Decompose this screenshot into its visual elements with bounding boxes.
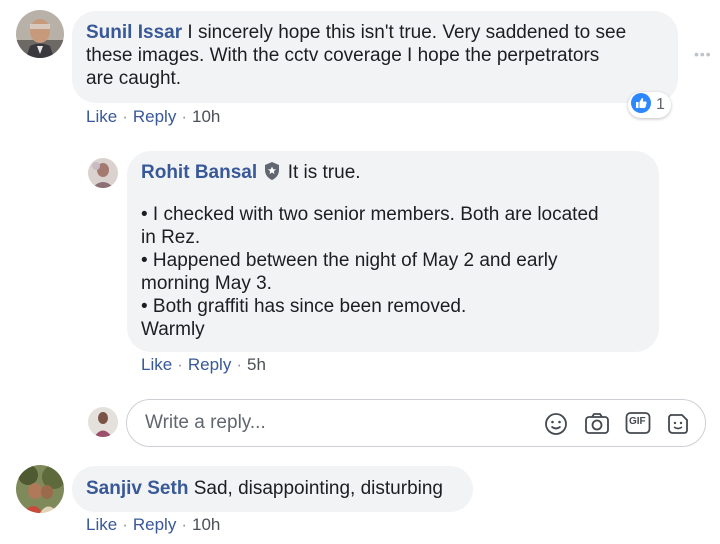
comment-text: Sad, disappointing, disturbing: [193, 478, 443, 499]
reaction-summary[interactable]: 1: [628, 92, 671, 118]
separator-dot: ·: [177, 355, 183, 374]
separator-dot: ·: [181, 515, 187, 534]
reply-text-line: • Both graffiti has since been removed.: [141, 296, 467, 317]
reply-text-line: morning May 3.: [141, 273, 272, 294]
separator-dot: ·: [236, 355, 242, 374]
reply-input[interactable]: Write a reply... GIF: [126, 399, 706, 447]
reply-text-line: in Rez.: [141, 227, 201, 248]
reply-button[interactable]: Reply: [133, 515, 176, 534]
like-reaction-icon: [631, 92, 651, 118]
comment-actions: Like · Reply · 10h: [86, 515, 220, 535]
reaction-count: 1: [656, 96, 665, 113]
sticker-icon[interactable]: [666, 412, 690, 441]
timestamp[interactable]: 10h: [192, 107, 220, 126]
reply-button[interactable]: Reply: [133, 107, 176, 126]
reply-text-first: It is true.: [287, 162, 361, 183]
reply-text-line: • I checked with two senior members. Bot…: [141, 204, 599, 225]
timestamp[interactable]: 10h: [192, 515, 220, 534]
reply-button[interactable]: Reply: [188, 355, 231, 374]
comment-text-line: are caught.: [86, 68, 182, 89]
gif-icon[interactable]: GIF: [625, 411, 651, 440]
comment-author[interactable]: Sunil Issar: [86, 22, 182, 43]
separator-dot: ·: [122, 515, 128, 534]
comment-author[interactable]: Sanjiv Seth: [86, 478, 188, 499]
reply-input-placeholder: Write a reply...: [145, 412, 266, 433]
shield-badge-icon: [264, 162, 280, 186]
like-button[interactable]: Like: [141, 355, 172, 374]
avatar-current-user: [88, 407, 118, 437]
avatar-sunil-issar[interactable]: [16, 10, 64, 58]
reply-text-line: Warmly: [141, 319, 205, 340]
gif-label: GIF: [629, 416, 646, 427]
like-button[interactable]: Like: [86, 107, 117, 126]
comment-bubble-sanjiv: Sanjiv Seth Sad, disappointing, disturbi…: [72, 466, 473, 512]
like-button[interactable]: Like: [86, 515, 117, 534]
more-options-icon[interactable]: •••: [694, 46, 712, 62]
avatar-sanjiv-seth[interactable]: [16, 465, 64, 513]
reply-text-line: • Happened between the night of May 2 an…: [141, 250, 558, 271]
comment-text-line: I sincerely hope this isn't true. Very s…: [187, 22, 627, 43]
comment-actions: Like · Reply · 10h: [86, 107, 220, 127]
camera-icon[interactable]: [584, 412, 610, 441]
reply-actions: Like · Reply · 5h: [141, 355, 266, 375]
comment-text-line: these images. With the cctv coverage I h…: [86, 45, 600, 66]
comment-bubble-sunil: Sunil Issar I sincerely hope this isn't …: [72, 11, 678, 103]
reply-author[interactable]: Rohit Bansal: [141, 162, 257, 183]
separator-dot: ·: [122, 107, 128, 126]
emoji-icon[interactable]: [544, 412, 568, 441]
reply-bubble-rohit: Rohit Bansal It is true. • I checked wit…: [127, 151, 659, 352]
timestamp[interactable]: 5h: [247, 355, 266, 374]
avatar-rohit-bansal[interactable]: [88, 158, 118, 188]
separator-dot: ·: [181, 107, 187, 126]
